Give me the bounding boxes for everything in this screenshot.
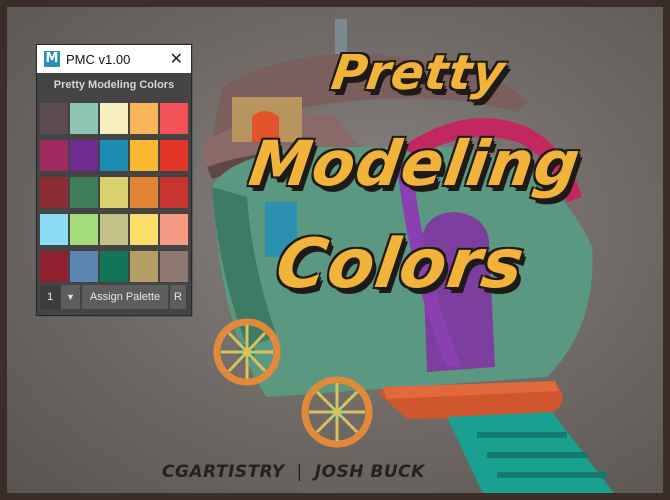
color-swatch[interactable] xyxy=(100,177,128,208)
pmc-window: M PMC v1.00 ✕ Pretty Modeling Colors 1 ▼… xyxy=(36,44,192,316)
maya-app-icon: M xyxy=(44,51,60,67)
color-swatch[interactable] xyxy=(40,140,68,171)
stair-step xyxy=(477,432,567,438)
color-swatch[interactable] xyxy=(130,251,158,282)
color-swatch[interactable] xyxy=(70,177,98,208)
swatch-row xyxy=(40,251,188,282)
color-swatch[interactable] xyxy=(130,103,158,134)
color-swatch[interactable] xyxy=(40,177,68,208)
color-swatch[interactable] xyxy=(130,214,158,245)
color-swatch[interactable] xyxy=(40,251,68,282)
color-swatch[interactable] xyxy=(130,140,158,171)
color-swatch[interactable] xyxy=(70,214,98,245)
stair-step xyxy=(497,472,607,478)
color-swatch[interactable] xyxy=(130,177,158,208)
swatch-row xyxy=(40,103,188,134)
credits: CGARTISTRY | JOSH BUCK xyxy=(162,462,425,482)
assign-palette-button[interactable]: Assign Palette xyxy=(82,285,168,309)
color-swatch[interactable] xyxy=(160,103,188,134)
credit-author: JOSH BUCK xyxy=(314,462,425,482)
chevron-down-icon[interactable]: ▼ xyxy=(61,285,80,309)
swatch-row xyxy=(40,214,188,245)
art-title-line-1: Pretty xyxy=(328,45,510,101)
color-swatch-grid xyxy=(40,103,188,288)
color-swatch[interactable] xyxy=(160,251,188,282)
color-swatch[interactable] xyxy=(40,214,68,245)
window-titlebar[interactable]: M PMC v1.00 ✕ xyxy=(37,45,191,73)
color-swatch[interactable] xyxy=(40,103,68,134)
color-swatch[interactable] xyxy=(70,140,98,171)
window-title: PMC v1.00 xyxy=(66,51,131,67)
close-icon[interactable]: ✕ xyxy=(170,49,183,69)
art-title-line-2: Modeling xyxy=(244,127,585,200)
color-swatch[interactable] xyxy=(100,251,128,282)
swatch-row xyxy=(40,140,188,171)
color-swatch[interactable] xyxy=(160,214,188,245)
color-swatch[interactable] xyxy=(100,214,128,245)
credit-separator: | xyxy=(296,462,303,482)
color-swatch[interactable] xyxy=(100,103,128,134)
color-swatch[interactable] xyxy=(100,140,128,171)
art-title-line-3: Colors xyxy=(271,225,530,304)
swatch-row xyxy=(40,177,188,208)
palette-controls: 1 ▼ Assign Palette R xyxy=(40,285,188,309)
color-swatch[interactable] xyxy=(160,140,188,171)
color-swatch[interactable] xyxy=(160,177,188,208)
reset-button[interactable]: R xyxy=(170,285,186,309)
color-swatch[interactable] xyxy=(70,251,98,282)
palette-number-field[interactable]: 1 xyxy=(40,285,60,309)
stair-step xyxy=(487,452,587,458)
credit-studio: CGARTISTRY xyxy=(162,462,285,482)
color-swatch[interactable] xyxy=(70,103,98,134)
palette-heading: Pretty Modeling Colors xyxy=(53,79,175,91)
